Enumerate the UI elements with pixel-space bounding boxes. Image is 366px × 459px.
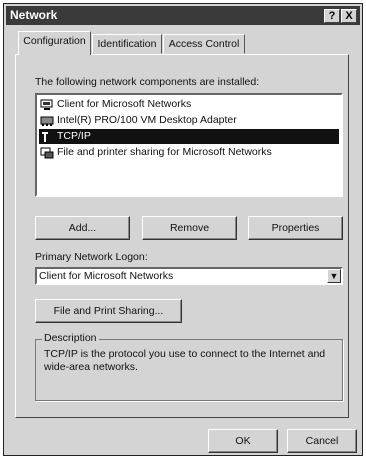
remove-button[interactable]: Remove <box>142 216 237 240</box>
cancel-button[interactable]: Cancel <box>287 429 357 453</box>
components-list[interactable]: Client for Microsoft Networks Intel(R) P… <box>35 93 343 197</box>
properties-button[interactable]: Properties <box>248 216 343 240</box>
description-text: TCP/IP is the protocol you use to connec… <box>44 348 326 373</box>
components-heading: The following network components are ins… <box>35 76 260 88</box>
tab-access-control[interactable]: Access Control <box>163 34 245 54</box>
logon-value: Client for Microsoft Networks <box>39 270 174 282</box>
client-icon <box>40 99 53 110</box>
chevron-down-icon[interactable]: ▼ <box>327 269 341 283</box>
list-item-adapter[interactable]: Intel(R) PRO/100 VM Desktop Adapter <box>39 113 339 128</box>
service-icon <box>40 147 54 158</box>
list-item-label: TCP/IP <box>57 130 91 142</box>
window-title: Network <box>10 8 58 22</box>
description-title: Description <box>42 332 99 344</box>
list-item-label: Client for Microsoft Networks <box>57 98 192 110</box>
add-button[interactable]: Add... <box>35 216 130 240</box>
close-button[interactable]: X <box>341 9 357 23</box>
help-button[interactable]: ? <box>324 9 340 23</box>
title-bar[interactable]: Network ? X <box>6 6 360 25</box>
tab-identification[interactable]: Identification <box>92 34 162 54</box>
ok-button[interactable]: OK <box>208 429 278 453</box>
protocol-icon <box>42 131 48 142</box>
tab-configuration[interactable]: Configuration <box>18 31 91 55</box>
file-print-sharing-button[interactable]: File and Print Sharing... <box>35 299 182 323</box>
list-item-label: File and printer sharing for Microsoft N… <box>57 146 272 158</box>
list-item-client[interactable]: Client for Microsoft Networks <box>39 97 339 112</box>
network-adapter-icon <box>40 116 54 126</box>
logon-label: Primary Network Logon: <box>35 251 148 263</box>
list-item-tcpip[interactable]: TCP/IP <box>39 129 339 144</box>
primary-logon-select[interactable]: Client for Microsoft Networks ▼ <box>35 267 343 285</box>
list-item-label: Intel(R) PRO/100 VM Desktop Adapter <box>57 114 237 126</box>
list-item-file-sharing[interactable]: File and printer sharing for Microsoft N… <box>39 145 339 160</box>
